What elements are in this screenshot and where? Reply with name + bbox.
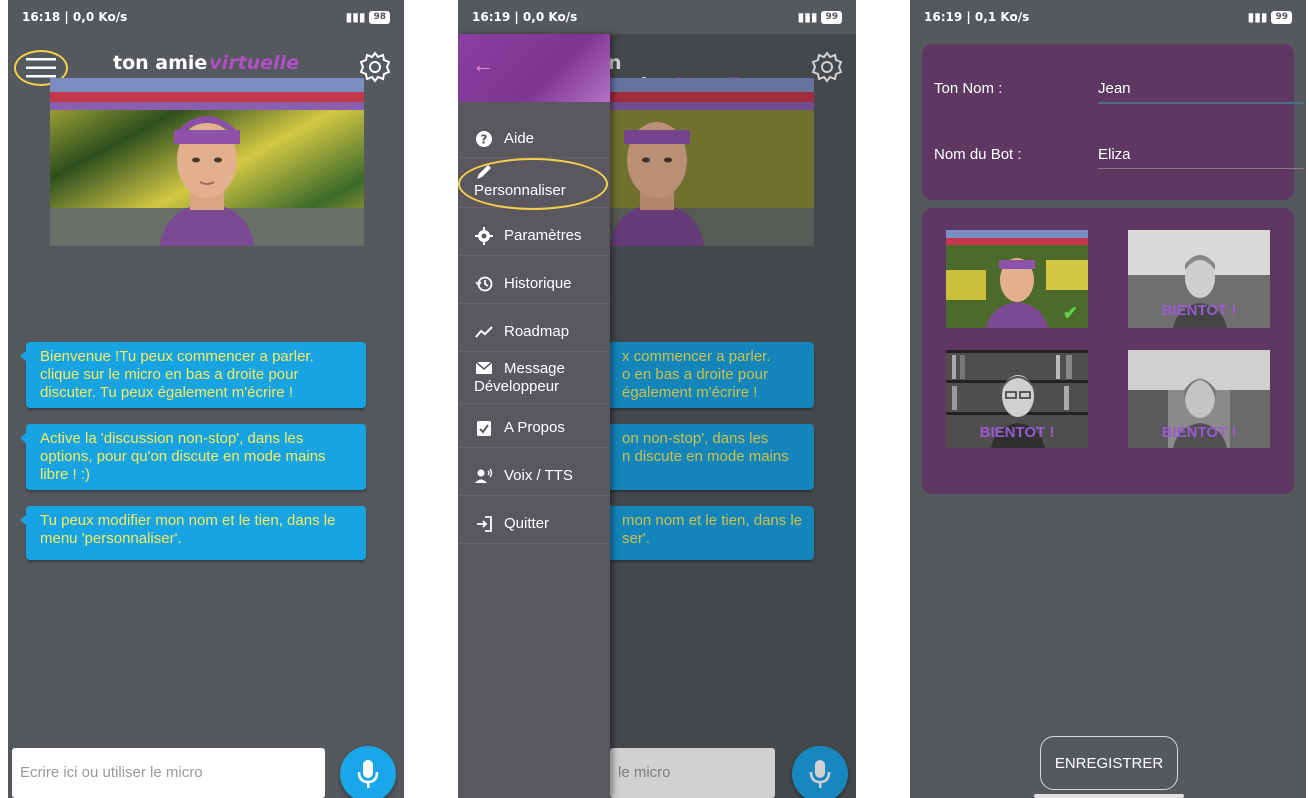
bot-name-field-underline xyxy=(1098,168,1304,169)
coming-soon-label: BIENTOT ! xyxy=(979,424,1055,441)
help-icon: ? xyxy=(474,129,494,149)
battery-icon: 99 xyxy=(1271,10,1292,24)
signal-icon: ▮▮▮ xyxy=(345,10,366,24)
status-bar: 16:19 | 0,1 Ko/s ▮▮▮ 99 xyxy=(910,0,1306,34)
menu-screen: 16:19 | 0,0 Ko/s ▮▮▮ 99 n amievirtuelle xyxy=(458,0,856,798)
status-bar: 16:18 | 0,0 Ko/s ▮▮▮ 98 xyxy=(8,0,404,34)
status-icons: ▮▮▮ 99 xyxy=(1248,10,1292,24)
bot-name-label: Nom du Bot : xyxy=(934,146,1022,163)
menu-item-parametres[interactable]: Paramètres xyxy=(458,216,610,256)
chat-message: Active la 'discussion non-stop', dans le… xyxy=(20,424,366,490)
battery-icon: 98 xyxy=(369,10,390,24)
status-icons: ▮▮▮ 98 xyxy=(346,10,390,24)
avatar-option-beach[interactable]: BIENTOT ! xyxy=(1128,230,1270,328)
gesture-bar xyxy=(1034,794,1184,798)
trend-icon xyxy=(474,322,494,342)
svg-text:?: ? xyxy=(481,132,488,146)
menu-item-a-propos[interactable]: A Propos xyxy=(458,408,610,448)
coming-soon-label: BIENTOT ! xyxy=(1161,302,1237,319)
signal-icon: ▮▮▮ xyxy=(1247,10,1268,24)
gear-icon xyxy=(474,226,494,246)
name-field[interactable]: Jean xyxy=(1098,80,1131,97)
avatar-picker: ✔ BIENTOT ! BIENTOT ! BIENTOT ! xyxy=(922,208,1294,494)
menu-item-label: Roadmap xyxy=(504,323,570,340)
message-input[interactable]: Ecrire ici ou utiliser le micro xyxy=(12,748,325,798)
history-icon xyxy=(474,274,494,294)
highlight-ring xyxy=(458,158,608,210)
menu-item-quitter[interactable]: Quitter xyxy=(458,504,610,544)
clipboard-check-icon xyxy=(474,418,494,438)
avatar-option-library[interactable]: BIENTOT ! xyxy=(946,350,1088,448)
menu-item-label: Aide xyxy=(504,130,535,147)
chat-message: Tu peux modifier mon nom et le tien, dan… xyxy=(20,506,366,560)
avatar-option-graffiti[interactable]: ✔ xyxy=(946,230,1088,328)
menu-item-roadmap[interactable]: Roadmap xyxy=(458,312,610,352)
menu-item-label: Historique xyxy=(504,275,572,292)
status-time: 16:19 | 0,1 Ko/s xyxy=(924,10,1030,24)
bot-name-field[interactable]: Eliza xyxy=(1098,146,1131,163)
menu-item-label: Quitter xyxy=(504,515,550,532)
status-bar: 16:19 | 0,0 Ko/s ▮▮▮ 99 xyxy=(458,0,856,34)
arrow-left-icon[interactable]: ← xyxy=(472,52,494,78)
menu-item-label: Message xyxy=(504,359,565,377)
signal-icon: ▮▮▮ xyxy=(797,10,818,24)
chat-screen: 16:18 | 0,0 Ko/s ▮▮▮ 98 ton amie virtuell… xyxy=(8,0,404,798)
app-title-accent: virtuelle xyxy=(209,52,299,74)
menu-item-row: Message xyxy=(474,358,565,378)
checkmark-icon: ✔ xyxy=(1062,303,1078,323)
menu-item-historique[interactable]: Historique xyxy=(458,264,610,304)
menu-item-voix-tts[interactable]: Voix / TTS xyxy=(458,456,610,496)
personalize-screen: 16:19 | 0,1 Ko/s ▮▮▮ 99 Ton Nom : Jean N… xyxy=(910,0,1306,798)
status-time: 16:18 | 0,0 Ko/s xyxy=(22,10,128,24)
drawer-header: ← xyxy=(458,34,610,102)
status-icons: ▮▮▮ 99 xyxy=(798,10,842,24)
menu-item-message-developpeur[interactable]: Message Développeur xyxy=(458,358,610,404)
menu-item-label-line2: Développeur xyxy=(474,378,560,395)
avatar-option-office[interactable]: BIENTOT ! xyxy=(1128,350,1270,448)
voice-icon xyxy=(474,466,494,486)
app-title: ton amie virtuelle xyxy=(8,52,404,74)
mail-icon xyxy=(474,358,494,378)
app-title-main: ton amie xyxy=(113,52,208,74)
navigation-drawer: ← ? Aide Personnaliser Paramètres Histor… xyxy=(458,34,610,798)
menu-item-label: Voix / TTS xyxy=(504,467,573,484)
menu-item-label: A Propos xyxy=(504,419,565,436)
save-button[interactable]: ENREGISTRER xyxy=(1040,736,1178,790)
coming-soon-label: BIENTOT ! xyxy=(1161,424,1237,441)
exit-icon xyxy=(474,514,494,534)
chat-message: Bienvenue !Tu peux commencer a parler. c… xyxy=(20,342,366,408)
name-label: Ton Nom : xyxy=(934,80,1003,97)
battery-icon: 99 xyxy=(821,10,842,24)
name-field-underline xyxy=(1098,102,1304,104)
microphone-icon xyxy=(357,760,379,788)
mic-button[interactable] xyxy=(340,746,396,798)
avatar-portrait xyxy=(50,78,364,246)
menu-item-aide[interactable]: ? Aide xyxy=(458,120,610,158)
status-time: 16:19 | 0,0 Ko/s xyxy=(472,10,578,24)
menu-item-label: Paramètres xyxy=(504,227,582,244)
names-form: Ton Nom : Jean Nom du Bot : Eliza xyxy=(922,44,1304,200)
